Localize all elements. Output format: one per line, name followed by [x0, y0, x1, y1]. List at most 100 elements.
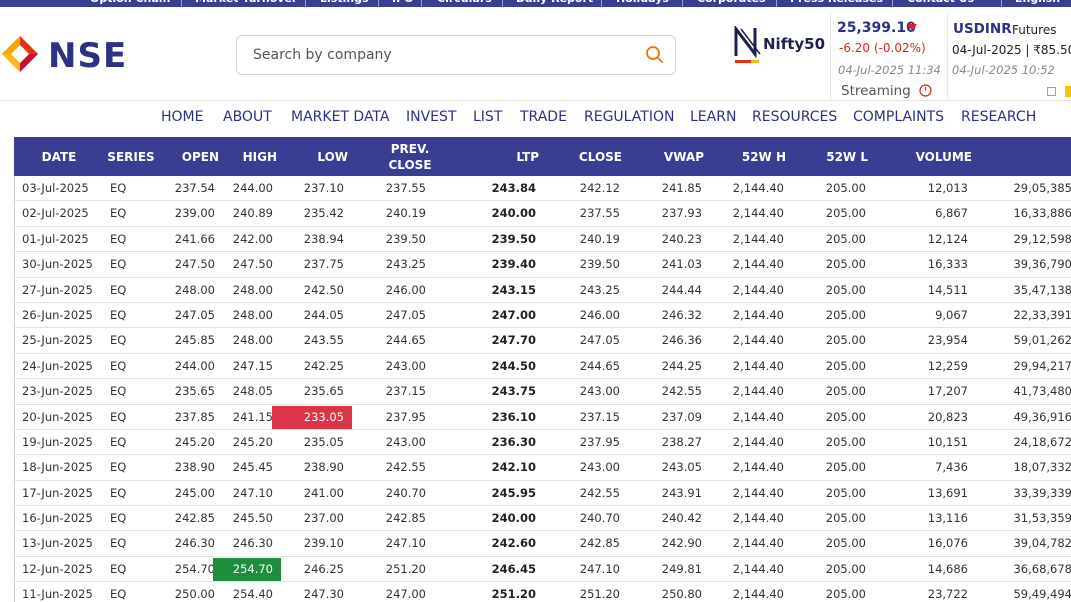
table-row: 16-Jun-2025 EQ 242.85 245.50 237.00 242.85 240…	[14, 506, 1071, 532]
fx-date-price: 04-Jul-2025 | ₹85.50	[952, 43, 1071, 57]
column-header-val[interactable]: VAL	[1054, 137, 1071, 176]
nav-item-resources[interactable]: RESOURCES	[752, 109, 837, 125]
cell-series: EQ	[110, 384, 127, 399]
cell-close: 247.05	[579, 333, 620, 348]
column-header-date[interactable]: DATE	[14, 137, 104, 176]
nse-logo-text[interactable]: NSE	[48, 34, 127, 78]
cell-val: 59,01,262	[1013, 333, 1071, 348]
cell-52w-h: 2,144.40	[732, 384, 784, 399]
nav-item-regulation[interactable]: REGULATION	[584, 109, 674, 125]
historical-data-table: DATE SERIES OPEN HIGH LOW PREV. CLOSE LTP CLOSE V…	[14, 137, 1071, 602]
cell-high: 245.50	[232, 511, 273, 526]
nav-item-home[interactable]: HOME	[161, 109, 203, 125]
cell-vwap: 246.32	[661, 307, 702, 322]
cell-52w-h: 2,144.40	[732, 485, 784, 500]
cell-high: 244.00	[232, 181, 273, 195]
cell-val: 39,04,782	[1013, 536, 1071, 551]
cell-val: 29,05,385	[1013, 181, 1071, 195]
column-header-series[interactable]: SERIES	[104, 137, 158, 176]
usdinr-quote[interactable]: USDINR Futures 04-Jul-2025 | ₹85.50 04-J…	[948, 14, 1071, 102]
column-header-close[interactable]: CLOSE	[554, 137, 622, 176]
search-icon[interactable]	[643, 43, 667, 67]
cell-vwap: 242.55	[661, 384, 702, 399]
nav-item-research[interactable]: RESEARCH	[961, 109, 1036, 125]
timer-icon[interactable]	[919, 84, 932, 97]
top-link[interactable]: Daily Report	[516, 0, 593, 5]
cell-val: 36,68,678	[1013, 561, 1071, 576]
column-header-prev-close[interactable]: PREV. CLOSE	[364, 137, 456, 176]
column-header-52w-h[interactable]: 52W H	[714, 137, 786, 176]
nav-item-complaints[interactable]: COMPLAINTS	[853, 109, 944, 125]
top-link[interactable]: Circulars	[437, 0, 492, 5]
cell-ltp: 242.10	[491, 460, 536, 475]
cell-prev-close: 242.55	[385, 460, 426, 475]
cell-open: 246.30	[174, 536, 215, 551]
nav-item-market-data[interactable]: MARKET DATA	[291, 109, 389, 125]
cell-open: 254.70	[174, 561, 215, 576]
cell-close: 242.12	[579, 181, 620, 195]
cell-low: 237.00	[303, 511, 344, 526]
cell-52w-h: 2,144.40	[732, 307, 784, 322]
cell-prev-close: 237.55	[385, 181, 426, 195]
cell-volume: 16,076	[927, 536, 968, 551]
cell-series: EQ	[110, 282, 127, 297]
column-header-52w-l[interactable]: 52W L	[800, 137, 868, 176]
cell-prev-close: 247.05	[385, 307, 426, 322]
down-arrow-icon	[907, 24, 917, 31]
cell-open: 250.00	[174, 587, 215, 602]
cell-vwap: 240.42	[661, 511, 702, 526]
table-row: 27-Jun-2025 EQ 248.00 248.00 242.50 246.00 243…	[14, 278, 1071, 303]
nav-item-list[interactable]: LIST	[473, 109, 502, 125]
cell-series: EQ	[110, 587, 127, 602]
top-link[interactable]: English	[1015, 0, 1060, 5]
top-link[interactable]: Holidays	[616, 0, 669, 5]
column-header-ltp[interactable]: LTP	[474, 137, 539, 176]
cell-vwap: 243.05	[661, 460, 702, 475]
top-link[interactable]: Corporates	[697, 0, 766, 5]
column-header-open[interactable]: OPEN	[164, 137, 219, 176]
cell-52w-l: 205.00	[825, 536, 866, 551]
cell-high: 245.45	[232, 460, 273, 475]
nifty-quote[interactable]: 25,399.10 -6.20 (-0.02%) 04-Jul-2025 11:…	[830, 14, 948, 102]
cell-high: 246.30	[232, 536, 273, 551]
top-link[interactable]: Contact Us	[907, 0, 974, 5]
table-border	[14, 176, 15, 602]
cell-52w-l: 205.00	[825, 511, 866, 526]
cell-series: EQ	[110, 333, 127, 348]
cell-vwap: 243.91	[661, 485, 702, 500]
top-link[interactable]: Listings	[320, 0, 369, 5]
top-links-strip: Option Chain Market Turnover Listings IPO Ci…	[0, 0, 1071, 7]
cell-date: 24-Jun-2025	[22, 358, 93, 373]
column-header-high[interactable]: HIGH	[221, 137, 277, 176]
cell-ltp: 251.20	[491, 587, 536, 602]
cell-ltp: 245.95	[491, 485, 536, 500]
cell-date: 13-Jun-2025	[22, 536, 93, 551]
nav-item-invest[interactable]: INVEST	[406, 109, 456, 125]
top-link[interactable]: IPO	[392, 0, 414, 5]
cell-prev-close: 247.10	[385, 536, 426, 551]
cell-series: EQ	[110, 257, 127, 272]
cell-close: 239.50	[579, 257, 620, 272]
cell-ltp: 236.30	[491, 434, 536, 449]
column-header-vwap[interactable]: VWAP	[634, 137, 704, 176]
column-header-low[interactable]: LOW	[280, 137, 348, 176]
cell-val: 59,49,494	[1013, 587, 1071, 602]
nav-item-about[interactable]: ABOUT	[223, 109, 272, 125]
cell-close: 247.10	[579, 561, 620, 576]
top-link[interactable]: Press Releases	[790, 0, 883, 5]
cell-series: EQ	[110, 536, 127, 551]
streaming-label[interactable]: Streaming	[841, 83, 911, 99]
nav-item-trade[interactable]: TRADE	[520, 109, 567, 125]
top-link-divider	[421, 0, 422, 7]
nifty50-logo[interactable]: Nifty50	[731, 26, 825, 66]
search-box[interactable]	[236, 35, 676, 75]
cell-52w-h: 2,144.40	[732, 536, 784, 551]
nav-item-learn[interactable]: LEARN	[690, 109, 736, 125]
cell-date: 02-Jul-2025	[22, 206, 89, 221]
ticker-toggle-icon[interactable]	[1047, 87, 1056, 96]
search-input[interactable]	[251, 44, 635, 66]
top-link[interactable]: Market Turnover	[195, 0, 297, 5]
table-row: 11-Jun-2025 EQ 250.00 254.40 247.30 247.00 251…	[14, 582, 1071, 602]
column-header-volume[interactable]: VOLUME	[894, 137, 972, 176]
top-link[interactable]: Option Chain	[90, 0, 170, 5]
